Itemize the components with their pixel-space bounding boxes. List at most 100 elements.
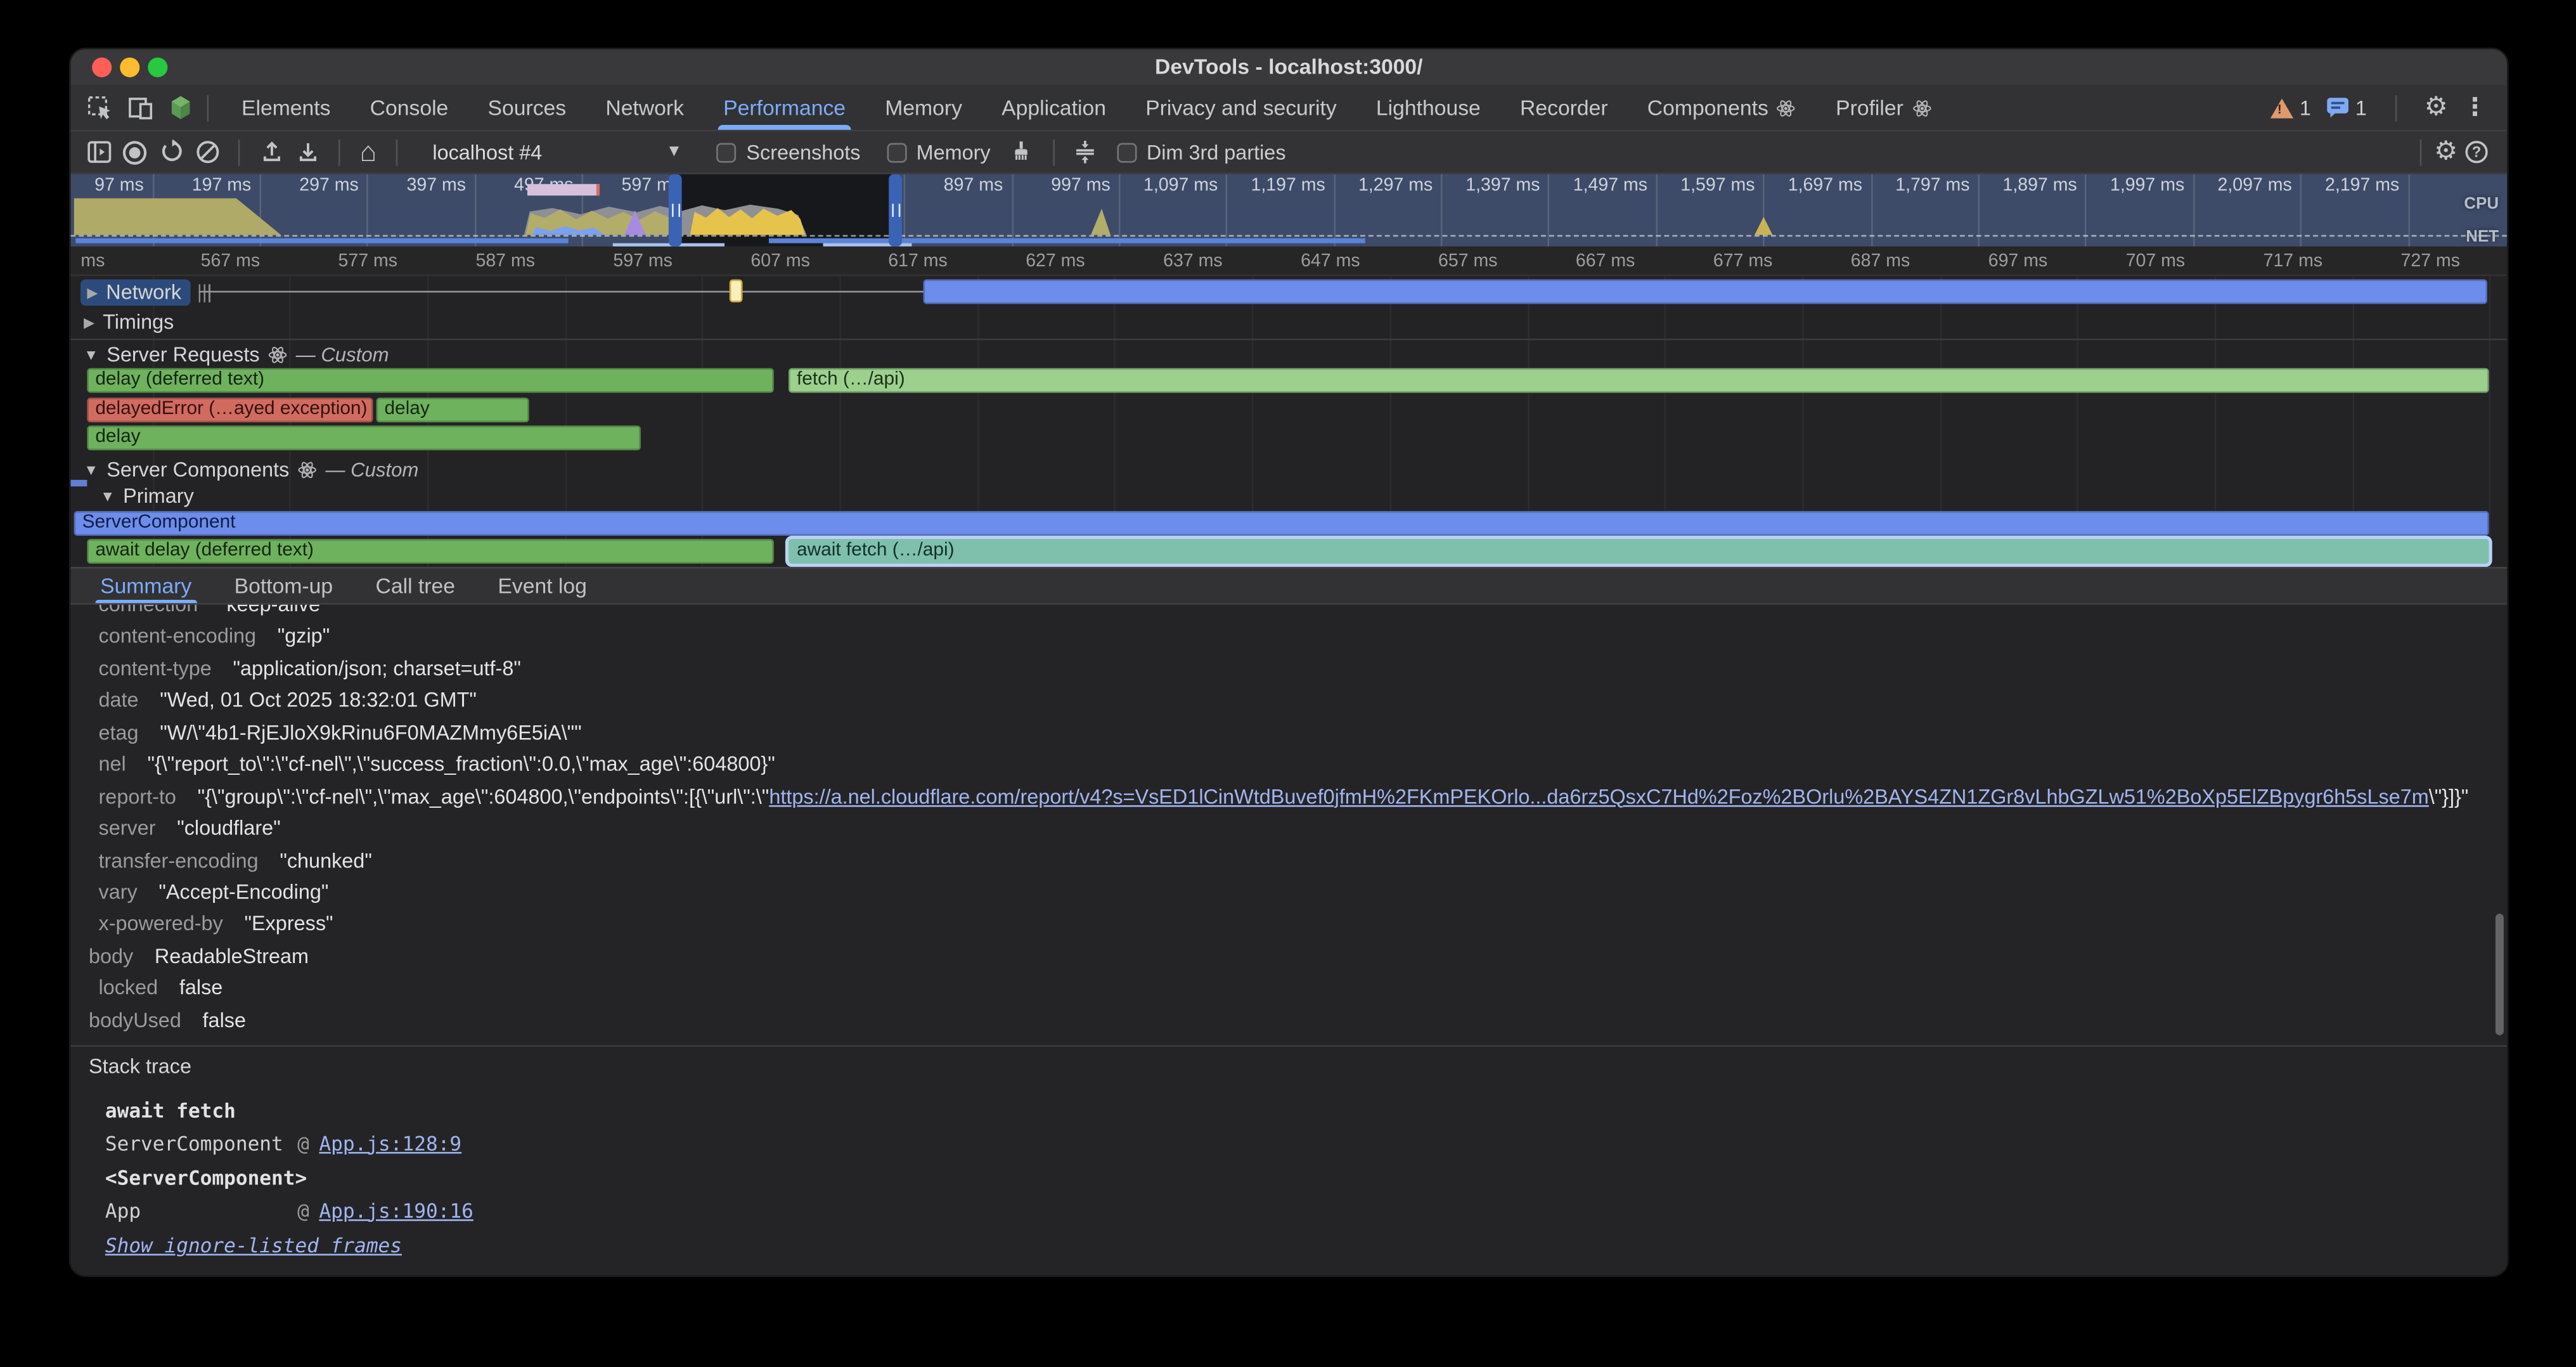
screenshots-checkbox[interactable]: Screenshots	[717, 141, 861, 164]
cpu-activity-spike	[1755, 217, 1773, 235]
track-gridline	[2490, 276, 2492, 567]
save-profile-icon[interactable]	[289, 137, 325, 167]
flame-bar-label: delayedError (…ayed exception)	[95, 399, 367, 418]
tab-profiler[interactable]: Profiler	[1816, 86, 1951, 130]
network-track-header[interactable]: ▶Network	[80, 280, 214, 306]
flame-bar[interactable]: delay	[377, 397, 529, 422]
overview-tick-label: 2,097 ms	[2218, 176, 2299, 195]
overview-tick-label: 1,297 ms	[1358, 176, 1439, 195]
panel-settings-gear-icon[interactable]: ⚙	[2434, 139, 2457, 165]
overview-right-handle[interactable]	[889, 174, 902, 246]
memory-checkbox[interactable]: Memory	[887, 141, 991, 164]
flame-bar[interactable]: delay	[87, 425, 640, 450]
home-icon[interactable]: ⌂	[360, 138, 377, 166]
tab-sources[interactable]: Sources	[468, 86, 586, 130]
header-row: date"Wed, 01 Oct 2025 18:32:01 GMT"	[70, 685, 2507, 716]
flame-bar-selected[interactable]: await fetch (…/api)	[789, 539, 2489, 564]
stack-frame: App@App.js:190:16	[105, 1199, 473, 1222]
tab-lighthouse[interactable]: Lighthouse	[1356, 86, 1500, 130]
header-value: "W/\"4b1-RjEJloX9kRinu6F0MAZMmy6E5iA\""	[160, 721, 581, 744]
warnings-badge[interactable]: 1	[2270, 96, 2311, 119]
cpu-label: CPU	[2464, 195, 2499, 214]
net-activity-bar	[769, 238, 1365, 243]
overview-tick-label: 1,897 ms	[2003, 176, 2084, 195]
screen: DevTools - localhost:3000/ ElementsConso…	[0, 0, 2576, 1367]
tab-performance[interactable]: Performance	[704, 86, 865, 130]
collect-garbage-icon[interactable]	[1003, 137, 1040, 167]
tab-components[interactable]: Components	[1628, 86, 1816, 130]
shortcuts-dialog-icon[interactable]	[1067, 137, 1104, 167]
flame-bar-label: fetch (…/api)	[797, 370, 905, 389]
react-atom-icon	[268, 345, 288, 365]
header-row: bodyReadableStream	[70, 940, 2507, 972]
issues-badge[interactable]: 1	[2326, 96, 2367, 119]
tab-memory[interactable]: Memory	[865, 86, 982, 130]
stack-frame-location-link[interactable]: App.js:190:16	[319, 1199, 473, 1222]
report-to-url-link[interactable]: https://a.nel.cloudflare.com/report/v4?s…	[769, 785, 2428, 808]
details-tab-bar: Summary Bottom-up Call treeEvent log	[70, 567, 2507, 605]
timings-track-header[interactable]: ▶Timings	[84, 311, 174, 334]
header-value: "{\"group\":\"cf-nel\",\"max_age\":60480…	[198, 785, 2469, 808]
header-key: body	[89, 945, 133, 968]
toggle-sidebar-icon[interactable]	[80, 137, 117, 167]
overview-tick-label: 397 ms	[407, 176, 473, 195]
tab-application[interactable]: Application	[982, 86, 1126, 130]
timeline-tracks: ▶Network ▶Timings ▼Server Requests— Custom…	[70, 276, 2507, 567]
tab-label: Application	[1001, 95, 1106, 120]
load-profile-icon[interactable]	[253, 137, 289, 167]
record-button[interactable]	[117, 137, 153, 167]
title-bar: DevTools - localhost:3000/	[70, 49, 2507, 87]
cpu-activity-spike	[1091, 209, 1111, 235]
details-tab-bottom-up[interactable]: Bottom-up	[213, 569, 354, 603]
header-row: transfer-encoding"chunked"	[70, 845, 2507, 876]
checkbox-box	[887, 142, 906, 162]
timeline-overview[interactable]: 97 ms197 ms297 ms397 ms497 ms597 ms697 m…	[70, 174, 2507, 246]
clear-icon[interactable]	[189, 137, 225, 167]
kebab-menu-icon[interactable]: ⋮	[2463, 95, 2487, 120]
extension-gem-icon[interactable]	[167, 94, 193, 120]
server-requests-track-header[interactable]: ▼Server Requests— Custom	[84, 344, 389, 366]
timeline-ruler[interactable]: ms567 ms577 ms587 ms597 ms607 ms617 ms62…	[70, 245, 2507, 276]
primary-subtrack-header[interactable]: ▼Primary	[100, 485, 194, 508]
ruler-tick-label: 637 ms	[1163, 250, 1223, 270]
custom-track-suffix: — Custom	[296, 344, 389, 366]
dim-3rd-parties-checkbox[interactable]: Dim 3rd parties	[1117, 141, 1285, 164]
details-tab-summary[interactable]: Summary	[79, 569, 213, 603]
flame-bar[interactable]: delay (deferred text)	[87, 368, 773, 393]
details-tab-call-tree[interactable]: Call tree	[354, 569, 477, 603]
divider	[338, 139, 340, 165]
stack-frame: <ServerComponent>	[105, 1167, 307, 1189]
flame-bar[interactable]: ServerComponent	[74, 510, 2489, 535]
details-tab-label: Bottom-up	[235, 574, 333, 599]
record-and-reload-icon[interactable]	[153, 137, 189, 167]
tab-recorder[interactable]: Recorder	[1500, 86, 1628, 130]
history-select[interactable]: localhost #4 ▼	[421, 136, 693, 167]
ruler-tick-label: 677 ms	[1713, 250, 1773, 270]
overview-left-handle[interactable]	[669, 174, 682, 246]
details-tab-event-log[interactable]: Event log	[477, 569, 609, 603]
scrollbar-thumb[interactable]	[2496, 914, 2504, 1035]
handle-grip	[891, 204, 899, 217]
device-toolbar-icon[interactable]	[127, 94, 153, 120]
show-ignore-listed-frames-link[interactable]: Show ignore-listed frames	[105, 1234, 402, 1257]
chevron-down-icon: ▼	[666, 143, 683, 161]
inspect-element-icon[interactable]	[86, 94, 112, 120]
header-key: nel	[99, 753, 126, 776]
settings-gear-icon[interactable]: ⚙	[2425, 94, 2448, 120]
flame-bar[interactable]: await delay (deferred text)	[87, 539, 773, 564]
network-request-bar[interactable]	[924, 280, 2487, 304]
tab-console[interactable]: Console	[351, 86, 468, 130]
network-event-marker[interactable]	[730, 280, 743, 302]
tab-network[interactable]: Network	[586, 86, 704, 130]
header-row: content-type"application/json; charset=u…	[70, 652, 2507, 684]
custom-track-suffix: — Custom	[325, 458, 418, 481]
tab-elements[interactable]: Elements	[222, 86, 351, 130]
flame-bar-label: delay	[384, 399, 429, 418]
help-icon[interactable]: ?	[2457, 137, 2494, 167]
flame-bar[interactable]: delayedError (…ayed exception)	[87, 397, 373, 422]
header-key: content-encoding	[99, 625, 257, 648]
stack-frame-location-link[interactable]: App.js:128:9	[319, 1131, 461, 1154]
server-components-track-header[interactable]: ▼Server Components— Custom	[84, 458, 418, 481]
tab-privacy-and-security[interactable]: Privacy and security	[1126, 86, 1356, 130]
flame-bar[interactable]: fetch (…/api)	[789, 368, 2489, 393]
